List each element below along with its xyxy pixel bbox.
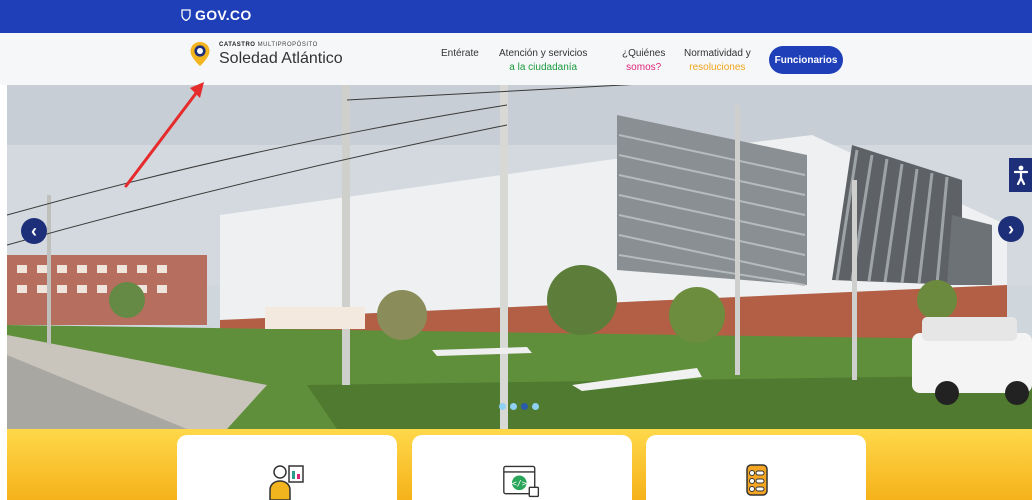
carousel-dot-active[interactable] [521,403,528,410]
carousel-dot[interactable] [532,403,539,410]
carousel-next-button[interactable]: › [998,216,1024,242]
gov-co-logo[interactable]: GOV.CO [181,7,252,23]
nav-atencion[interactable]: Atención y servicios a la ciudadanía [499,47,587,74]
brand-logo[interactable]: CATASTRO MULTIPROPÓSITO Soledad Atlántic… [189,41,343,67]
list-document-icon [746,464,768,496]
nav-enterate-label: Entérate [441,48,479,59]
nav-quienes[interactable]: ¿Quiénes somos? [622,47,665,74]
carousel-prev-button[interactable]: ‹ [21,218,47,244]
carousel-dot[interactable] [510,403,517,410]
nav-quienes-line1: ¿Quiénes [622,48,666,59]
gov-logo-text: GOV.CO [195,7,252,23]
brand-catastro: CATASTRO [219,41,256,48]
service-card[interactable] [177,435,397,500]
gov-shield-icon [181,9,191,21]
svg-text:</>: </> [512,478,527,488]
accessibility-icon [1013,165,1028,185]
nav-atencion-line1: Atención y servicios [499,48,588,59]
nav-normatividad[interactable]: Normatividad y resoluciones [684,47,751,74]
funcionarios-button[interactable]: Funcionarios [769,46,843,74]
brand-name: Soledad Atlántico [219,49,343,67]
location-pin-icon [190,42,210,66]
service-card[interactable]: </> [412,435,632,500]
nav-quienes-line2: somos? [626,61,662,73]
service-card[interactable] [646,435,866,500]
person-document-icon [269,465,304,500]
nav-atencion-line2: a la ciudadanía [509,61,578,73]
annotation-arrow-icon [124,82,204,188]
brand-multiproposito: MULTIPROPÓSITO [257,41,318,48]
gov-bar: GOV.CO [0,0,1032,33]
nav-normatividad-line1: Normatividad y [684,48,751,59]
carousel-dot[interactable] [499,403,506,410]
code-screen-lock-icon: </> [503,465,540,498]
nav-enterate[interactable]: Entérate [441,47,479,61]
nav-normatividad-line2: resoluciones [689,61,746,73]
accessibility-button[interactable] [1009,158,1032,192]
carousel-indicators [499,403,539,410]
